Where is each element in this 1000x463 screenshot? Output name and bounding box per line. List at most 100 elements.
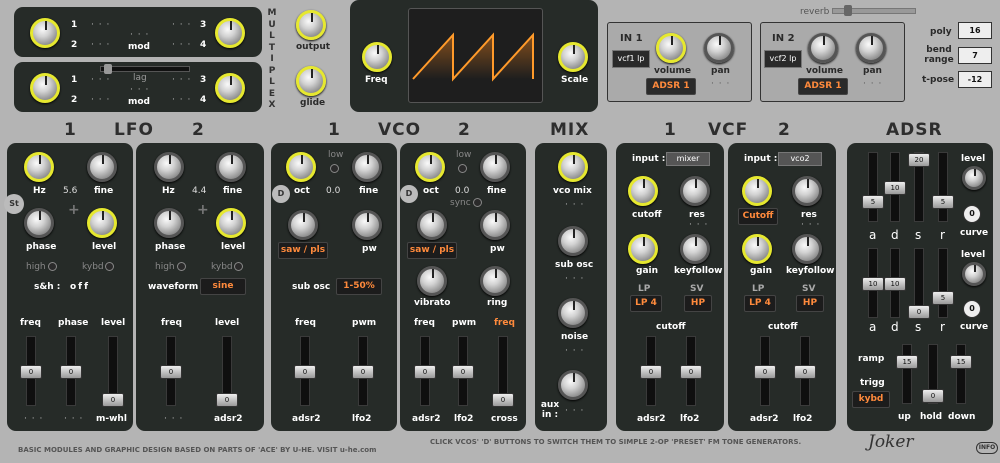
vcf2-res-dots[interactable]: · · · <box>801 220 820 230</box>
lfo1-phase-slider[interactable]: 0 <box>60 336 82 406</box>
vco2-pw-knob[interactable] <box>480 210 510 240</box>
env2-curve-value[interactable]: 0 <box>963 300 981 318</box>
ramp-down-slider[interactable]: 15 <box>950 344 972 404</box>
vcf1-keyfollow-knob[interactable] <box>680 234 710 264</box>
lag-slider-thumb[interactable] <box>104 64 112 74</box>
env2-a-slider[interactable]: 10 <box>862 248 884 318</box>
in2-volume-knob[interactable] <box>808 33 838 63</box>
env2-d-cap[interactable]: 10 <box>884 277 906 291</box>
ramp-hold-slider[interactable]: 0 <box>922 344 944 404</box>
vcf2-cutoff-knob[interactable] <box>742 176 772 206</box>
stereo-button[interactable]: St <box>4 194 24 214</box>
scope-scale-knob[interactable] <box>558 42 588 72</box>
ramp-down-cap[interactable]: 15 <box>950 355 972 369</box>
vco2-wave-button[interactable]: saw / pls <box>407 242 457 259</box>
aux-in-dots[interactable]: · · · <box>565 406 584 416</box>
vco1-pwm-slider[interactable]: 0 <box>352 336 374 406</box>
vcf1-res-knob[interactable] <box>680 176 710 206</box>
vcf2-cutoff-button[interactable]: Cutoff <box>738 208 778 225</box>
lfo1-level-knob[interactable] <box>87 208 117 238</box>
vco2-src-3[interactable]: cross <box>491 414 518 424</box>
vco1-fine-knob[interactable] <box>352 152 382 182</box>
lfo1-level-slider[interactable]: 0 <box>102 336 124 407</box>
vcf1-sv-button[interactable]: HP <box>684 295 712 312</box>
vco2-ring-knob[interactable] <box>480 266 510 296</box>
vco2-fine-knob[interactable] <box>480 152 510 182</box>
sub-osc-knob[interactable] <box>558 226 588 256</box>
lfo2-waveform-button[interactable]: sine <box>200 278 246 295</box>
lfo2-freq-slider[interactable]: 0 <box>160 336 182 406</box>
vco1-low-led[interactable] <box>330 164 339 173</box>
vco2-src-2[interactable]: lfo2 <box>454 414 473 424</box>
env2-r-cap[interactable]: 5 <box>932 291 954 305</box>
env2-level-knob[interactable] <box>962 262 986 286</box>
lfo1-freq-cap[interactable]: 0 <box>20 365 42 379</box>
vco-mix-dots[interactable]: · · · <box>565 200 584 210</box>
multiplex-knob-1[interactable] <box>30 18 60 48</box>
vco2-pwm-cap[interactable]: 0 <box>452 365 474 379</box>
aux-in-knob[interactable] <box>558 370 588 400</box>
vco2-freq-slider[interactable]: 0 <box>414 336 436 406</box>
lfo1-fine-knob[interactable] <box>87 152 117 182</box>
output-knob[interactable] <box>296 10 326 40</box>
env2-s-slider[interactable]: 0 <box>908 248 930 319</box>
env1-r-slider[interactable]: 5 <box>932 152 954 222</box>
vco2-pwm-slider[interactable]: 0 <box>452 336 474 406</box>
vcf2-input-select[interactable]: vco2 <box>778 152 822 166</box>
ramp-up-slider[interactable]: 15 <box>896 344 918 404</box>
multiplex-knob-4[interactable] <box>215 73 245 103</box>
lag-slider[interactable] <box>100 66 190 72</box>
vcf1-cutoff-knob[interactable] <box>628 176 658 206</box>
glide-knob[interactable] <box>296 66 326 96</box>
lfo1-level-cap[interactable]: 0 <box>102 393 124 407</box>
vcf1-lfo-cap[interactable]: 0 <box>680 365 702 379</box>
vco1-oct-knob[interactable] <box>286 152 316 182</box>
lfo1-freq-slider[interactable]: 0 <box>20 336 42 406</box>
noise-dots[interactable]: · · · <box>565 346 584 356</box>
lfo2-freq-cap[interactable]: 0 <box>160 365 182 379</box>
vcf1-res-dots[interactable]: · · · <box>689 220 708 230</box>
vco2-d-button[interactable]: D <box>400 185 418 203</box>
poly-value[interactable]: 16 <box>958 22 992 39</box>
vcf1-gain-knob[interactable] <box>628 234 658 264</box>
vcf2-lp-button[interactable]: LP 4 <box>744 295 776 312</box>
sub-osc-dots[interactable]: · · · <box>565 274 584 284</box>
vco1-wave-button[interactable]: saw / pls <box>278 242 328 259</box>
vco2-low-led[interactable] <box>458 164 467 173</box>
reverb-slider-thumb[interactable] <box>844 5 852 16</box>
vcf1-adsr-cap[interactable]: 0 <box>640 365 662 379</box>
vcf2-src-2[interactable]: lfo2 <box>793 414 812 424</box>
vcf2-keyfollow-knob[interactable] <box>792 234 822 264</box>
noise-knob[interactable] <box>558 298 588 328</box>
in1-source[interactable]: vcf1 lp <box>612 50 650 68</box>
env1-r-cap[interactable]: 5 <box>932 195 954 209</box>
lfo2-level-cap[interactable]: 0 <box>216 393 238 407</box>
lfo1-src-2[interactable]: · · · <box>64 414 83 424</box>
vcf2-src-1[interactable]: adsr2 <box>750 414 779 424</box>
multiplex-knob-2[interactable] <box>30 73 60 103</box>
env1-a-slider[interactable]: 5 <box>862 152 884 222</box>
vco1-freq-slider[interactable]: 0 <box>294 336 316 406</box>
env2-d-slider[interactable]: 10 <box>884 248 906 318</box>
vco1-pw-knob[interactable] <box>352 210 382 240</box>
vco1-pwm-cap[interactable]: 0 <box>352 365 374 379</box>
vco2-vibrato-knob[interactable] <box>417 266 447 296</box>
env2-s-cap[interactable]: 0 <box>908 305 930 319</box>
vco2-freq-cap[interactable]: 0 <box>414 365 436 379</box>
vco2-src-1[interactable]: adsr2 <box>412 414 441 424</box>
vcf1-lfo-slider[interactable]: 0 <box>680 336 702 406</box>
vcf2-lfo-cap[interactable]: 0 <box>794 365 816 379</box>
lfo2-high-led[interactable] <box>177 262 186 271</box>
lfo1-hz-knob[interactable] <box>24 152 54 182</box>
in1-env-button[interactable]: ADSR 1 <box>646 78 696 95</box>
lfo2-src-1[interactable]: · · · <box>164 414 183 424</box>
vcf2-gain-knob[interactable] <box>742 234 772 264</box>
vco2-cross-cap[interactable]: 0 <box>492 393 514 407</box>
in2-env-button[interactable]: ADSR 1 <box>798 78 848 95</box>
lfo2-fine-knob[interactable] <box>216 152 246 182</box>
ramp-up-cap[interactable]: 15 <box>896 355 918 369</box>
vcf1-adsr-slider[interactable]: 0 <box>640 336 662 406</box>
env1-a-cap[interactable]: 5 <box>862 195 884 209</box>
scope-freq-knob[interactable] <box>362 42 392 72</box>
vcf2-lfo-slider[interactable]: 0 <box>794 336 816 406</box>
